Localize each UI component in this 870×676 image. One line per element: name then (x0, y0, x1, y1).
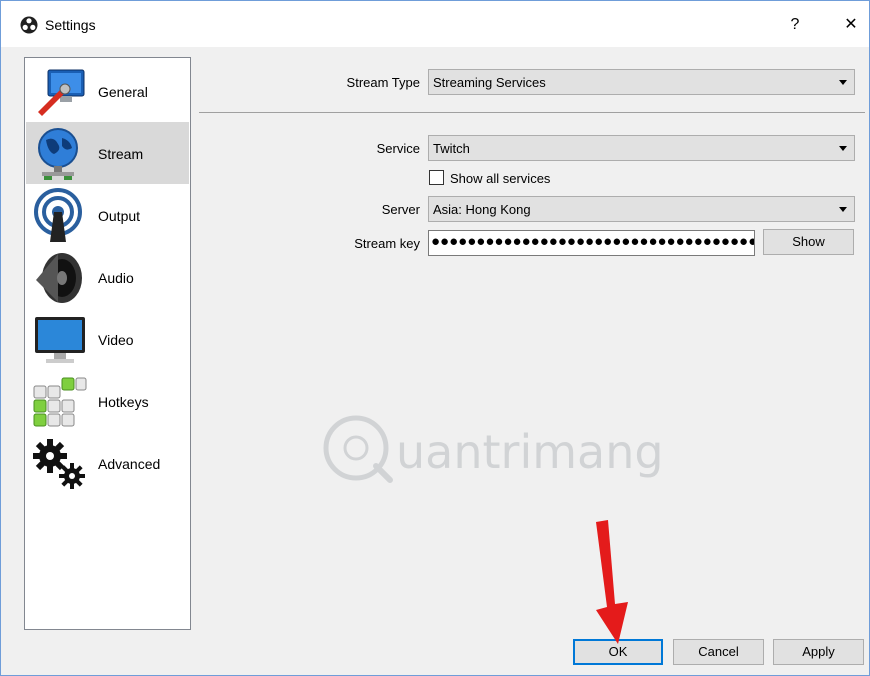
service-value: Twitch (433, 141, 470, 156)
chevron-down-icon (839, 207, 847, 212)
stream-type-select[interactable]: Streaming Services (428, 69, 855, 95)
chevron-down-icon (839, 146, 847, 151)
apply-button[interactable]: Apply (773, 639, 864, 665)
stream-key-input[interactable]: ●●●●●●●●●●●●●●●●●●●●●●●●●●●●●●●●●●●●●●● (428, 230, 755, 256)
show-key-button[interactable]: Show (763, 229, 854, 255)
sidebar-label-hotkeys: Hotkeys (98, 394, 149, 410)
obs-logo-icon (20, 16, 38, 34)
server-select[interactable]: Asia: Hong Kong (428, 196, 855, 222)
video-monitor-icon (35, 317, 85, 363)
output-broadcast-icon (34, 188, 82, 242)
window-title: Settings (45, 17, 96, 33)
show-all-services-checkbox[interactable] (429, 170, 444, 185)
annotation-arrow-icon (596, 520, 628, 644)
general-wrench-monitor-icon (38, 69, 85, 116)
server-label: Server (381, 202, 420, 217)
audio-speaker-icon (36, 253, 82, 303)
sidebar-item-hotkeys[interactable]: Hotkeys (26, 370, 189, 432)
sidebar-item-stream[interactable]: Stream (26, 122, 189, 184)
sidebar-label-video: Video (98, 332, 134, 348)
service-label: Service (376, 141, 420, 156)
server-value: Asia: Hong Kong (433, 202, 531, 217)
sidebar-item-advanced[interactable]: Advanced (26, 432, 189, 494)
title-bar: Settings ? ✕ (1, 1, 869, 47)
sidebar-label-general: General (98, 84, 148, 100)
service-select[interactable]: Twitch (428, 135, 855, 161)
stream-type-label: Stream Type (346, 75, 420, 90)
sidebar-label-audio: Audio (98, 270, 134, 286)
show-all-services-label: Show all services (450, 171, 551, 186)
sidebar-item-general[interactable]: General (26, 60, 189, 122)
sidebar-item-output[interactable]: Output (26, 184, 189, 246)
hotkeys-keyboard-icon (33, 377, 87, 427)
sidebar-item-video[interactable]: Video (26, 308, 189, 370)
chevron-down-icon (839, 80, 847, 85)
close-button[interactable]: ✕ (839, 13, 863, 37)
sidebar-label-output: Output (98, 208, 141, 224)
sidebar-item-audio[interactable]: Audio (26, 246, 189, 308)
stream-globe-icon (38, 128, 78, 180)
cancel-button[interactable]: Cancel (673, 639, 764, 665)
settings-sidebar: General Stream Output Audio Video Hotkey… (24, 57, 191, 630)
help-button[interactable]: ? (783, 13, 807, 37)
watermark-logo: uantrimang (323, 415, 664, 483)
section-divider (199, 112, 865, 113)
watermark-text: uantrimang (396, 425, 664, 479)
sidebar-label-advanced: Advanced (98, 456, 161, 472)
stream-type-value: Streaming Services (433, 75, 546, 90)
advanced-gears-icon (33, 439, 85, 489)
stream-key-label: Stream key (354, 236, 420, 251)
sidebar-label-stream: Stream (98, 146, 144, 162)
